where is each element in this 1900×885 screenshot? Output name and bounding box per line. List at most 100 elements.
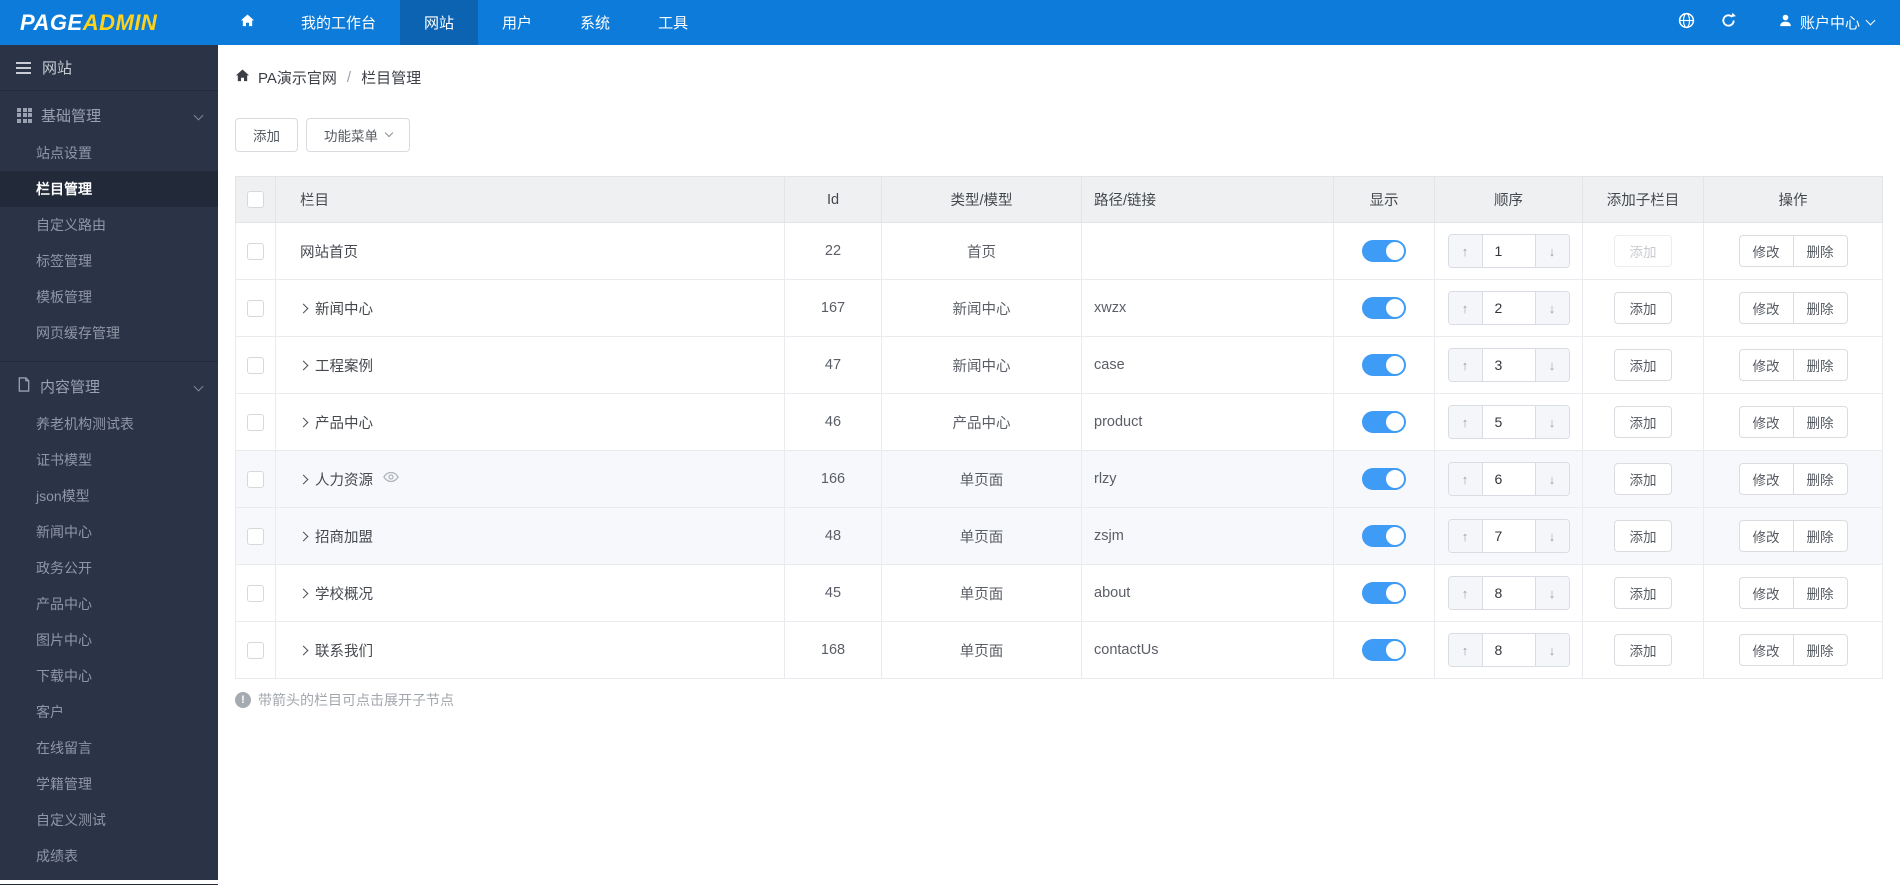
sidebar-item[interactable]: 证书模型 <box>0 442 218 478</box>
row-checkbox[interactable] <box>247 527 264 545</box>
row-checkbox[interactable] <box>247 470 264 488</box>
add-child-button[interactable]: 添加 <box>1614 235 1672 267</box>
order-down-button[interactable]: ↓ <box>1534 634 1569 666</box>
add-child-button[interactable]: 添加 <box>1614 292 1672 324</box>
topbar-menu-item[interactable]: 工具 <box>634 0 712 45</box>
order-up-button[interactable]: ↑ <box>1448 349 1483 381</box>
order-input[interactable] <box>1482 520 1535 552</box>
sidebar-item[interactable]: 政务公开 <box>0 550 218 586</box>
visibility-toggle[interactable] <box>1362 354 1406 376</box>
visibility-toggle[interactable] <box>1362 297 1406 319</box>
sidebar-section-header[interactable]: 内容管理 <box>0 366 218 406</box>
order-input[interactable] <box>1482 349 1535 381</box>
add-child-button[interactable]: 添加 <box>1614 577 1672 609</box>
expand-chevron-icon[interactable] <box>298 531 309 541</box>
edit-button[interactable]: 修改 <box>1738 292 1794 324</box>
sidebar-item[interactable]: 站点设置 <box>0 135 218 171</box>
visibility-toggle[interactable] <box>1362 582 1406 604</box>
sidebar-item[interactable]: 图片中心 <box>0 622 218 658</box>
delete-button[interactable]: 删除 <box>1792 634 1848 666</box>
add-button[interactable]: 添加 <box>235 118 298 152</box>
sidebar-item[interactable]: 新闻中心 <box>0 514 218 550</box>
delete-button[interactable]: 删除 <box>1792 406 1848 438</box>
function-menu-button[interactable]: 功能菜单 <box>306 118 410 152</box>
order-input[interactable] <box>1482 235 1535 267</box>
sidebar-item[interactable]: 自定义路由 <box>0 207 218 243</box>
visibility-toggle[interactable] <box>1362 639 1406 661</box>
language-globe-button[interactable] <box>1666 12 1708 34</box>
order-up-button[interactable]: ↑ <box>1448 235 1483 267</box>
delete-button[interactable]: 删除 <box>1792 463 1848 495</box>
breadcrumb-site-link[interactable]: PA演示官网 <box>258 67 337 88</box>
topbar-menu-item[interactable]: 用户 <box>478 0 556 45</box>
row-checkbox[interactable] <box>247 641 264 659</box>
topbar-home-tab[interactable] <box>218 0 277 45</box>
edit-button[interactable]: 修改 <box>1738 577 1794 609</box>
add-child-button[interactable]: 添加 <box>1614 406 1672 438</box>
order-down-button[interactable]: ↓ <box>1534 406 1569 438</box>
order-up-button[interactable]: ↑ <box>1448 406 1483 438</box>
select-all-checkbox[interactable] <box>247 191 264 208</box>
order-down-button[interactable]: ↓ <box>1534 235 1569 267</box>
add-child-button[interactable]: 添加 <box>1614 463 1672 495</box>
sidebar-item[interactable]: 养老机构测试表 <box>0 406 218 442</box>
topbar-menu-item[interactable]: 系统 <box>556 0 634 45</box>
topbar-menu-item[interactable]: 我的工作台 <box>277 0 400 45</box>
expand-chevron-icon[interactable] <box>298 645 309 655</box>
visibility-toggle[interactable] <box>1362 525 1406 547</box>
order-up-button[interactable]: ↑ <box>1448 634 1483 666</box>
sidebar-item[interactable]: 模板管理 <box>0 279 218 315</box>
visibility-toggle[interactable] <box>1362 411 1406 433</box>
topbar-menu-item[interactable]: 网站 <box>400 0 479 45</box>
expand-chevron-icon[interactable] <box>298 360 309 370</box>
order-up-button[interactable]: ↑ <box>1448 520 1483 552</box>
account-menu[interactable]: 账户中心 <box>1778 12 1876 33</box>
order-up-button[interactable]: ↑ <box>1448 292 1483 324</box>
edit-button[interactable]: 修改 <box>1738 520 1794 552</box>
sidebar-item[interactable]: json模型 <box>0 478 218 514</box>
order-up-button[interactable]: ↑ <box>1448 577 1483 609</box>
order-down-button[interactable]: ↓ <box>1534 577 1569 609</box>
expand-chevron-icon[interactable] <box>298 303 309 313</box>
sidebar-item[interactable]: 标签管理 <box>0 243 218 279</box>
delete-button[interactable]: 删除 <box>1792 349 1848 381</box>
row-checkbox[interactable] <box>247 356 264 374</box>
delete-button[interactable]: 删除 <box>1792 520 1848 552</box>
expand-chevron-icon[interactable] <box>298 417 309 427</box>
row-checkbox[interactable] <box>247 584 264 602</box>
sidebar-item[interactable]: 成绩表 <box>0 838 218 874</box>
order-input[interactable] <box>1482 292 1535 324</box>
add-child-button[interactable]: 添加 <box>1614 349 1672 381</box>
delete-button[interactable]: 删除 <box>1792 235 1848 267</box>
sidebar-title[interactable]: 网站 <box>0 45 218 91</box>
row-checkbox[interactable] <box>247 299 264 317</box>
sidebar-item[interactable]: 在线留言 <box>0 730 218 766</box>
delete-button[interactable]: 删除 <box>1792 292 1848 324</box>
order-input[interactable] <box>1482 634 1535 666</box>
edit-button[interactable]: 修改 <box>1738 463 1794 495</box>
sidebar-item[interactable]: 客户 <box>0 694 218 730</box>
visibility-toggle[interactable] <box>1362 468 1406 490</box>
row-checkbox[interactable] <box>247 413 264 431</box>
order-down-button[interactable]: ↓ <box>1534 463 1569 495</box>
sidebar-item[interactable]: 产品中心 <box>0 586 218 622</box>
sidebar-item[interactable]: 自定义测试 <box>0 802 218 838</box>
order-down-button[interactable]: ↓ <box>1534 292 1569 324</box>
order-down-button[interactable]: ↓ <box>1534 520 1569 552</box>
order-input[interactable] <box>1482 406 1535 438</box>
expand-chevron-icon[interactable] <box>298 588 309 598</box>
add-child-button[interactable]: 添加 <box>1614 634 1672 666</box>
sidebar-item[interactable]: 下载中心 <box>0 658 218 694</box>
order-down-button[interactable]: ↓ <box>1534 349 1569 381</box>
refresh-button[interactable] <box>1708 12 1750 34</box>
visibility-toggle[interactable] <box>1362 240 1406 262</box>
sidebar-item[interactable]: 学籍管理 <box>0 766 218 802</box>
sidebar-item[interactable]: 栏目管理 <box>0 171 218 207</box>
sidebar-section-header[interactable]: 基础管理 <box>0 95 218 135</box>
order-input[interactable] <box>1482 463 1535 495</box>
delete-button[interactable]: 删除 <box>1792 577 1848 609</box>
sidebar-item[interactable]: 网页缓存管理 <box>0 315 218 351</box>
expand-chevron-icon[interactable] <box>298 474 309 484</box>
add-child-button[interactable]: 添加 <box>1614 520 1672 552</box>
edit-button[interactable]: 修改 <box>1738 349 1794 381</box>
